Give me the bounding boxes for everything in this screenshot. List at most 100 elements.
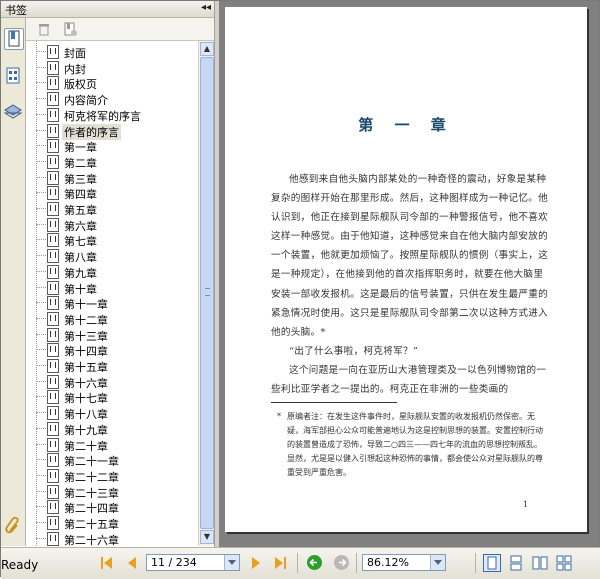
tree-connector bbox=[36, 98, 46, 100]
scroll-thumb[interactable] bbox=[200, 57, 214, 529]
tree-connector bbox=[36, 270, 46, 272]
go-forward-button[interactable] bbox=[334, 555, 349, 570]
bookmark-icon bbox=[47, 296, 59, 311]
bookmark-item[interactable]: 第四章 bbox=[26, 185, 198, 202]
delete-bookmark-button[interactable] bbox=[36, 21, 52, 37]
last-page-button[interactable] bbox=[273, 556, 287, 570]
bookmark-label: 作者的序言 bbox=[62, 123, 121, 140]
bookmark-item[interactable]: 第八章 bbox=[26, 248, 198, 264]
layers-tab-button[interactable] bbox=[3, 102, 23, 122]
tree-connector bbox=[36, 522, 46, 523]
page-dropdown-icon[interactable] bbox=[224, 555, 239, 570]
bookmark-icon bbox=[47, 139, 59, 154]
scroll-down-button[interactable]: ▼ bbox=[200, 530, 214, 544]
footnote-mark: * bbox=[277, 412, 281, 421]
bookmark-item[interactable]: 内容简介 bbox=[26, 91, 198, 107]
bookmark-item[interactable]: 第二十五章 bbox=[26, 515, 198, 531]
continuous-layout-button[interactable] bbox=[507, 554, 525, 572]
bookmark-item[interactable]: 第七章 bbox=[26, 232, 198, 249]
bookmark-item[interactable]: 第六章 bbox=[26, 217, 198, 233]
paragraph-1: 他感到来自他头脑内部某处的一种奇怪的震动，好象是某种复杂的图样开始在那里形成。然… bbox=[271, 174, 549, 338]
bookmark-item[interactable]: 第十四章 bbox=[26, 342, 198, 359]
paragraph-2: 这个问题是一向在亚历山大港管理类及一以色列博物馆的一些利比亚学者之一提出的。柯克… bbox=[271, 364, 547, 396]
tree-connector bbox=[36, 537, 46, 539]
tree-connector bbox=[36, 412, 46, 414]
bookmark-label: 第十八章 bbox=[64, 408, 108, 422]
bookmark-item[interactable]: 第二十三章 bbox=[26, 484, 198, 500]
zoom-dropdown-icon[interactable] bbox=[430, 555, 445, 570]
single-page-icon bbox=[487, 556, 497, 570]
bookmark-icon bbox=[47, 437, 59, 452]
collapse-panel-icon[interactable]: ◂◂ bbox=[201, 2, 211, 13]
separator bbox=[475, 553, 476, 573]
bookmark-item[interactable]: 第十六章 bbox=[26, 374, 198, 390]
panel-title: 书签 bbox=[5, 4, 27, 17]
bookmark-item[interactable]: 第二章 bbox=[26, 154, 198, 170]
attachments-tab-button[interactable] bbox=[4, 516, 22, 536]
page-number-field[interactable]: 11 / 234 bbox=[146, 554, 240, 571]
bookmarks-tab-button[interactable] bbox=[4, 28, 24, 50]
bookmark-item[interactable]: 第三章 bbox=[26, 170, 198, 186]
bookmark-item[interactable]: 第二十四章 bbox=[26, 499, 198, 515]
bookmark-item[interactable]: 第二十章 bbox=[26, 437, 198, 453]
tree-connector bbox=[36, 223, 46, 225]
bookmark-item[interactable]: 第十二章 bbox=[26, 311, 198, 327]
bookmark-item[interactable]: 版权页 bbox=[26, 75, 198, 92]
forward-arrow-icon bbox=[339, 558, 347, 567]
bookmark-item[interactable]: 第十三章 bbox=[26, 327, 198, 343]
bookmark-label: 第十九章 bbox=[64, 423, 108, 437]
facing-layout-button[interactable] bbox=[531, 554, 549, 572]
bookmark-label: 第二十六章 bbox=[64, 533, 119, 546]
bookmark-icon bbox=[47, 170, 59, 185]
go-back-button[interactable] bbox=[307, 555, 322, 570]
first-page-button[interactable] bbox=[100, 556, 114, 570]
bookmark-item[interactable]: 第九章 bbox=[26, 264, 198, 280]
bookmark-item[interactable]: 第十九章 bbox=[26, 421, 198, 437]
bookmark-item[interactable]: 第十一章 bbox=[26, 295, 198, 311]
bookmark-item[interactable]: 封面 bbox=[26, 44, 198, 60]
single-page-layout-button[interactable] bbox=[483, 554, 501, 572]
bookmark-label: 第二章 bbox=[64, 156, 97, 170]
bookmark-item[interactable]: 第十八章 bbox=[26, 405, 198, 422]
bookmark-item[interactable]: 第二十六章 bbox=[26, 531, 198, 546]
bookmark-label: 版权页 bbox=[64, 78, 97, 92]
bookmark-label: 第六章 bbox=[64, 219, 97, 233]
continuous-page-icon bbox=[510, 555, 522, 571]
next-page-button[interactable] bbox=[249, 556, 263, 570]
continuous-facing-layout-button[interactable] bbox=[555, 554, 573, 572]
bookmark-icon bbox=[47, 76, 59, 91]
bookmark-icon bbox=[47, 217, 59, 232]
scroll-up-button[interactable]: ▲ bbox=[200, 42, 214, 56]
bookmark-item[interactable]: 第十七章 bbox=[26, 389, 198, 405]
bookmark-item[interactable]: 第十章 bbox=[26, 280, 198, 296]
previous-page-button[interactable] bbox=[125, 556, 139, 570]
bookmark-icon bbox=[47, 468, 59, 483]
page-number: 1 bbox=[523, 500, 529, 509]
zoom-field[interactable]: 86.12% bbox=[362, 554, 446, 571]
bookmark-item[interactable]: 第五章 bbox=[26, 201, 198, 217]
bookmark-item[interactable]: 第十五章 bbox=[26, 358, 198, 374]
bookmark-label: 第七章 bbox=[64, 235, 97, 249]
bookmark-item[interactable]: 第一章 bbox=[26, 138, 198, 154]
bookmarks-toolbar bbox=[26, 18, 214, 41]
pages-tab-button[interactable] bbox=[4, 66, 22, 86]
bookmark-item[interactable]: 作者的序言 bbox=[26, 123, 198, 140]
bookmark-scrollbar[interactable]: ▲ ▼ bbox=[198, 41, 215, 546]
bookmark-item[interactable]: 柯克将军的序言 bbox=[26, 107, 198, 123]
status-bar: Ready 11 / 234 86.12% bbox=[1, 547, 600, 579]
bookmark-label: 第三章 bbox=[64, 172, 97, 186]
bookmark-item[interactable]: 第二十二章 bbox=[26, 468, 198, 484]
bookmark-item[interactable]: 第二十一章 bbox=[26, 452, 198, 468]
bookmark-label: 第十章 bbox=[64, 282, 97, 296]
footnote-divider bbox=[271, 402, 397, 403]
bookmark-icon bbox=[47, 186, 59, 201]
bookmark-label: 第四章 bbox=[64, 188, 97, 202]
bookmark-item[interactable]: 内封 bbox=[26, 60, 198, 76]
bookmark-label: 第二十三章 bbox=[64, 486, 119, 500]
footnote-text: 原编者注：在发生这件事件时，星际舰队安置的收发报机仍然保密。无疑，海军部担心公众… bbox=[287, 412, 543, 477]
bookmark-label: 第十四章 bbox=[64, 345, 108, 359]
footnote: * 原编者注：在发生这件事件时，星际舰队安置的收发报机仍然保密。无疑，海军部担心… bbox=[277, 410, 547, 480]
bookmark-properties-button[interactable] bbox=[62, 21, 78, 37]
bookmark-label: 第九章 bbox=[64, 266, 97, 280]
separator bbox=[356, 553, 357, 573]
